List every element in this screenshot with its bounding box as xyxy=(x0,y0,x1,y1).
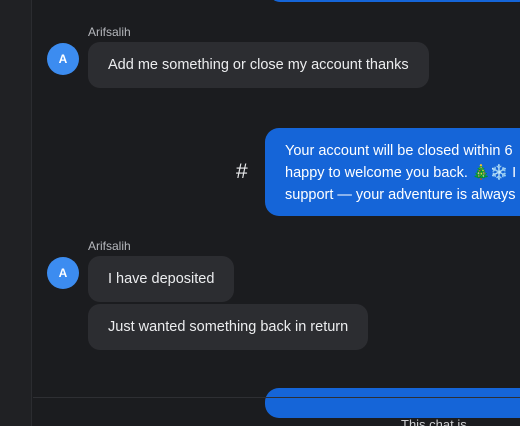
outgoing-message-clipped-top xyxy=(269,0,520,2)
message-author: Arifsalih xyxy=(88,239,131,253)
left-sidebar-edge xyxy=(0,0,32,426)
user-avatar[interactable]: A xyxy=(47,257,79,289)
user-avatar[interactable]: A xyxy=(47,43,79,75)
outgoing-message-line-3: support — your adventure is always xyxy=(285,187,516,203)
incoming-message: Add me something or close my account tha… xyxy=(88,42,429,88)
message-author: Arifsalih xyxy=(88,25,131,39)
outgoing-message: Your account will be closed within 6 hap… xyxy=(265,128,520,216)
hash-icon[interactable]: # xyxy=(236,160,248,184)
outgoing-message-clipped-bottom xyxy=(265,388,520,418)
incoming-message: I have deposited xyxy=(88,256,235,302)
composer-divider xyxy=(33,397,520,398)
outgoing-message-line-1: Your account will be closed within 6 xyxy=(285,143,513,159)
outgoing-message-line-2: happy to welcome you back. 🎄❄️ I xyxy=(285,165,517,181)
footer-status-text: This chat is ... xyxy=(401,417,482,426)
chat-thread[interactable]: Arifsalih A Add me something or close my… xyxy=(33,0,520,426)
incoming-message: Just wanted something back in return xyxy=(88,304,369,350)
